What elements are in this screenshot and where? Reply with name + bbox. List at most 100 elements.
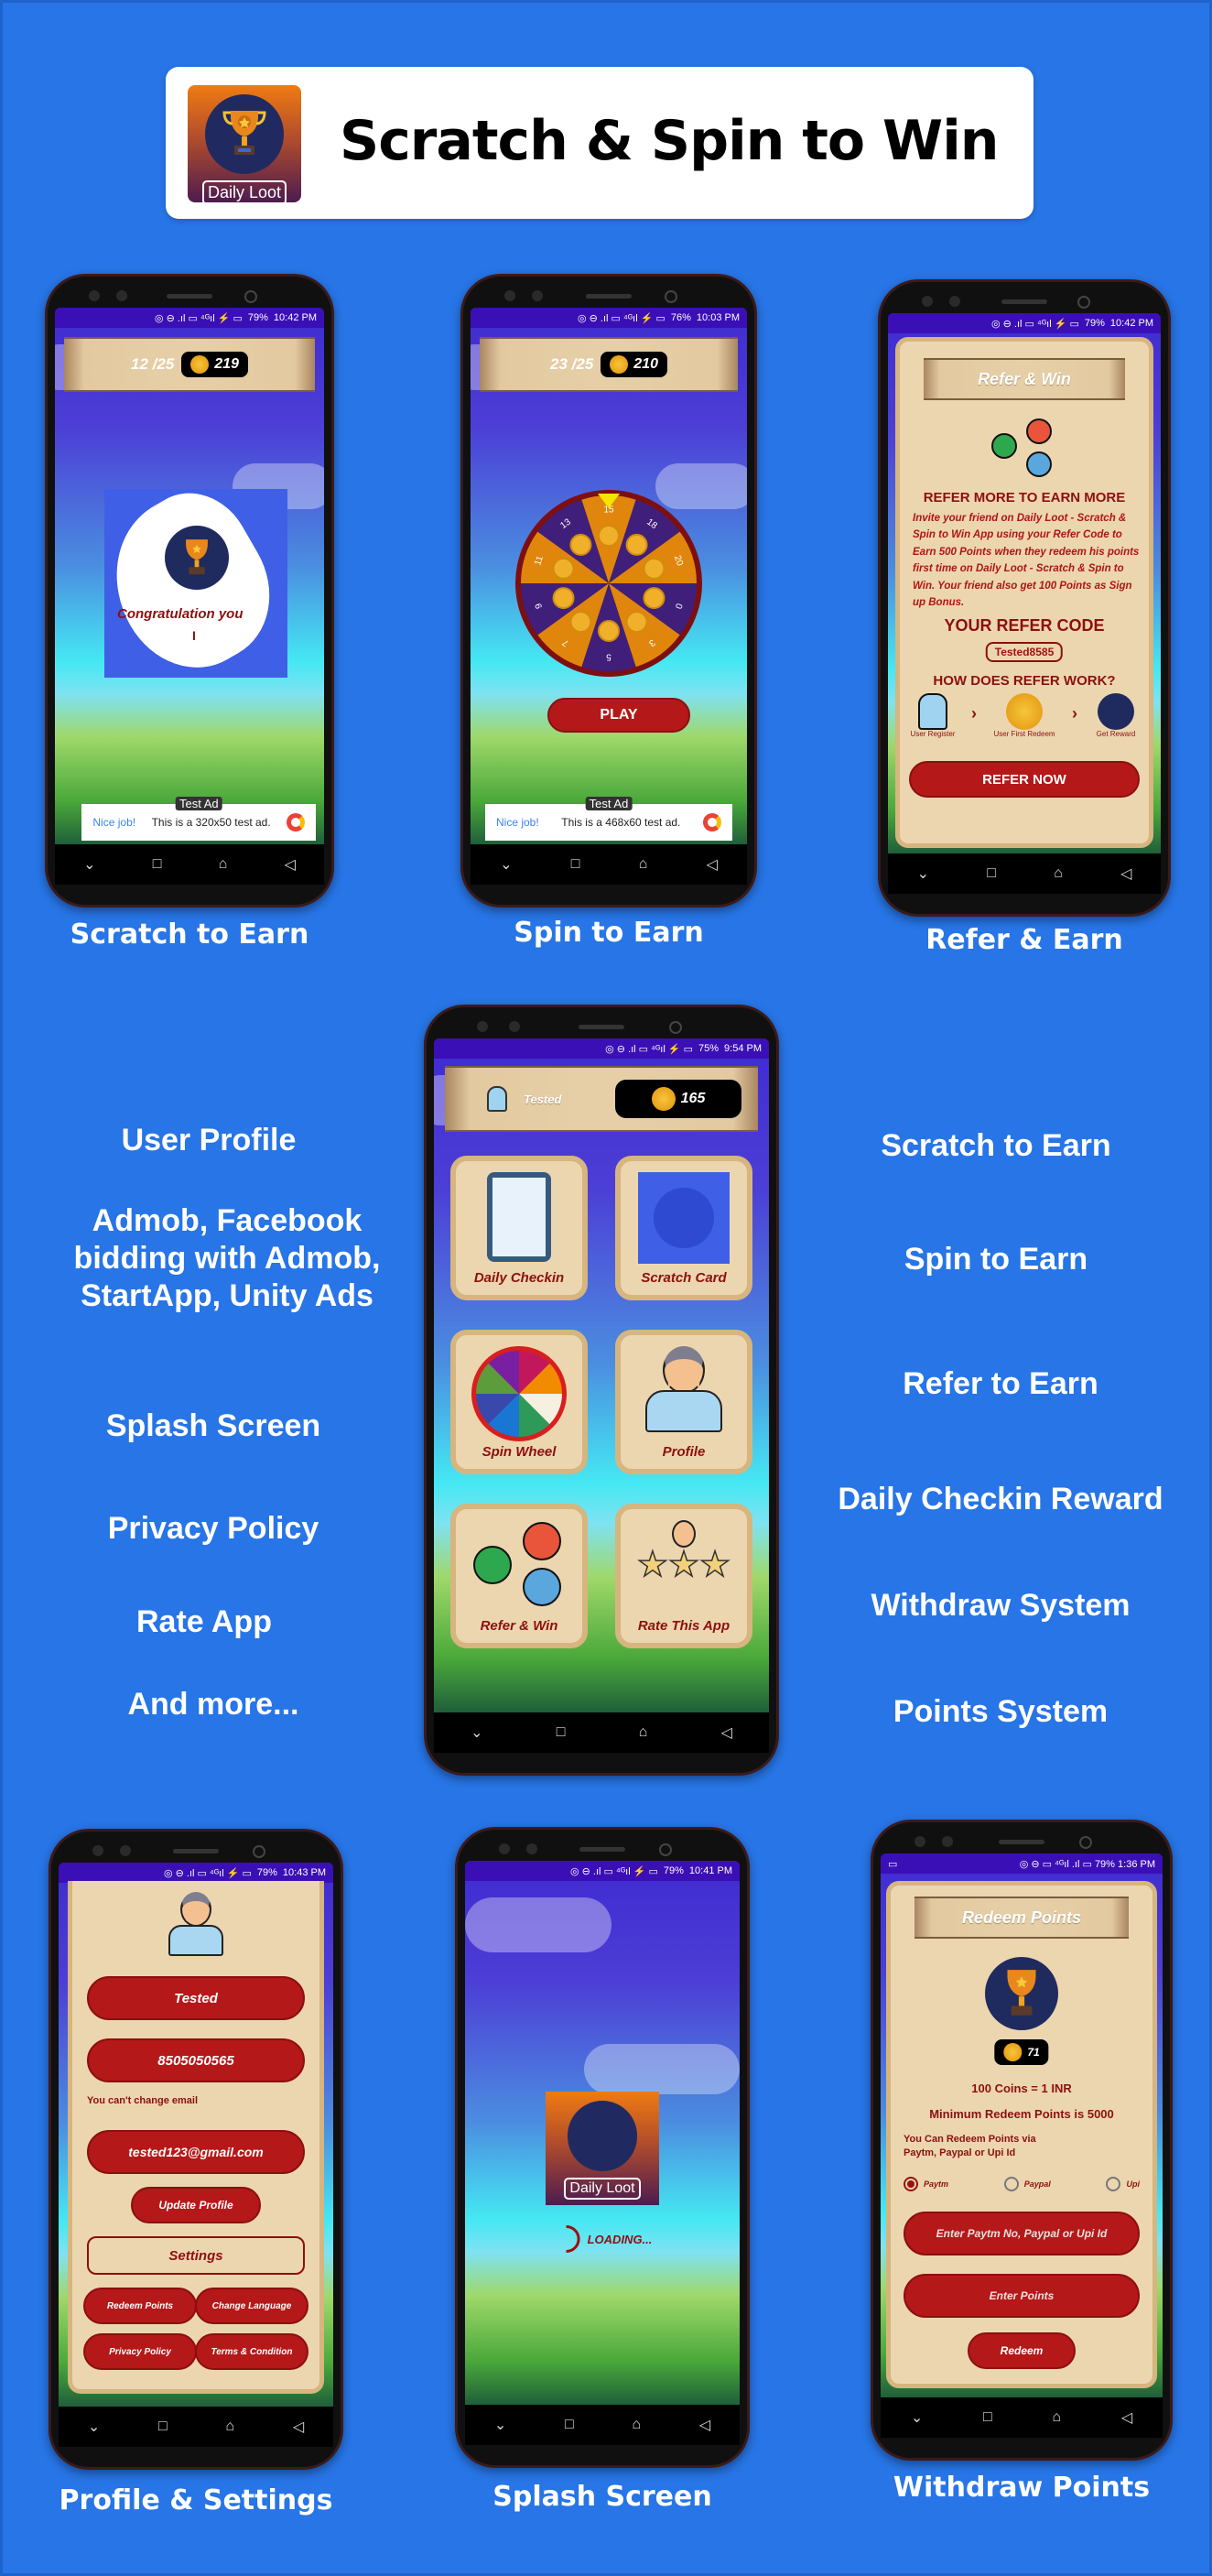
play-button[interactable]: PLAY xyxy=(547,698,690,733)
feature-item: Refer to Earn xyxy=(903,1366,1098,1401)
caption-profile: Profile & Settings xyxy=(59,2484,333,2516)
back-icon[interactable]: ◁ xyxy=(707,855,718,874)
trophy-icon xyxy=(567,2100,638,2171)
caption-spin: Spin to Earn xyxy=(514,917,704,949)
profile-avatar[interactable] xyxy=(168,1892,223,1958)
coin-icon xyxy=(643,557,666,580)
points-input[interactable]: Enter Points xyxy=(904,2274,1140,2318)
adsense-icon xyxy=(702,813,721,831)
update-profile-button[interactable]: Update Profile xyxy=(131,2187,261,2223)
change-language-button[interactable]: Change Language xyxy=(195,2288,308,2324)
tile-daily-checkin[interactable]: Daily Checkin xyxy=(450,1156,588,1300)
promo-page: Daily Loot Scratch & Spin to Win ◎ ⊖ .ıl… xyxy=(0,0,1212,2576)
radio-paytm[interactable]: Paytm xyxy=(904,2177,948,2191)
nav-bar: ⌄ □ ⌂ ◁ xyxy=(434,1712,769,1753)
coin-icon xyxy=(190,355,210,374)
feature-item: Admob, Facebook bidding with Admob, Star… xyxy=(73,1203,381,1313)
header-scroll: Tested 165 xyxy=(445,1066,758,1132)
splash-logo: Daily Loot xyxy=(546,2092,659,2205)
settings-header: Settings xyxy=(87,2236,305,2275)
status-bar: ◎ ⊖ .ıl ▭ ⁴ᴳıl ⚡ ▭ 76% 10:03 PM xyxy=(471,308,747,328)
back-icon[interactable]: ◁ xyxy=(699,2416,710,2434)
home-icon[interactable]: ⌂ xyxy=(1052,2409,1061,2426)
email-note: You can't change email xyxy=(87,2095,198,2106)
tile-profile[interactable]: Profile xyxy=(615,1330,752,1474)
home-icon[interactable]: ⌂ xyxy=(219,856,228,873)
spinner-icon xyxy=(546,2219,586,2259)
header-scroll: 12 /25 219 xyxy=(64,337,315,392)
caption-refer: Refer & Earn xyxy=(925,924,1123,956)
title-scroll: Redeem Points xyxy=(914,1897,1129,1939)
name-field[interactable]: Tested xyxy=(87,1976,305,2020)
recents-icon[interactable]: □ xyxy=(158,2418,168,2435)
recents-icon[interactable]: □ xyxy=(983,2409,992,2426)
chevron-down-icon[interactable]: ⌄ xyxy=(494,2416,506,2434)
scratch-card[interactable]: Congratulation you I xyxy=(104,489,287,678)
redeem-card: Redeem Points 71 100 Coins = 1 INR Minim… xyxy=(886,1881,1157,2388)
feature-item: Points System xyxy=(893,1694,1109,1729)
coin-icon xyxy=(651,1087,676,1111)
payment-id-input[interactable]: Enter Paytm No, Paypal or Upi Id xyxy=(904,2212,1140,2255)
terms-button[interactable]: Terms & Condition xyxy=(195,2333,308,2370)
home-icon[interactable]: ⌂ xyxy=(639,856,648,873)
back-icon[interactable]: ◁ xyxy=(285,855,296,874)
recents-icon[interactable]: □ xyxy=(571,856,580,873)
spin-wheel[interactable]: 151820035791113 xyxy=(513,487,705,679)
back-icon[interactable]: ◁ xyxy=(721,1723,732,1742)
coin-balance: 71 xyxy=(994,2039,1049,2065)
back-icon[interactable]: ◁ xyxy=(293,2418,304,2436)
coin-icon xyxy=(610,355,629,374)
back-icon[interactable]: ◁ xyxy=(1120,864,1131,883)
recents-icon[interactable]: □ xyxy=(565,2417,574,2433)
chevron-down-icon[interactable]: ⌄ xyxy=(500,855,512,874)
coin-icon xyxy=(598,620,620,642)
tile-scratch-card[interactable]: Scratch Card xyxy=(615,1156,752,1300)
nav-bar: ⌄ □ ⌂ ◁ xyxy=(888,853,1161,894)
chevron-down-icon[interactable]: ⌄ xyxy=(471,1723,482,1742)
logo-label: Daily Loot xyxy=(201,180,287,202)
tile-rate-app[interactable]: ★★★ Rate This App xyxy=(615,1504,752,1648)
chevron-down-icon[interactable]: ⌄ xyxy=(911,2408,923,2427)
radio-selected-icon xyxy=(904,2177,918,2191)
profile-icon xyxy=(645,1346,722,1441)
avatar[interactable] xyxy=(487,1086,507,1112)
home-icon[interactable]: ⌂ xyxy=(632,2417,641,2433)
refer-now-button[interactable]: REFER NOW xyxy=(909,761,1140,798)
privacy-policy-button[interactable]: Privacy Policy xyxy=(83,2333,197,2370)
status-bar: ◎ ⊖ .ıl ▭ ⁴ᴳıl ⚡ ▭ 79% 10:43 PM xyxy=(59,1863,333,1883)
referral-network-icon xyxy=(991,418,1057,479)
adsense-icon xyxy=(287,813,306,831)
phone-redeem: ▭ ◎ ⊖ ▭ ⁴ᴳıl .ıl ▭ 79% 1:36 PM Redeem Poi… xyxy=(871,1820,1173,2461)
tile-spin-wheel[interactable]: Spin Wheel xyxy=(450,1330,588,1474)
tile-refer-win[interactable]: Refer & Win xyxy=(450,1504,588,1648)
refer-code[interactable]: Tested8585 xyxy=(985,642,1064,662)
chevron-down-icon[interactable]: ⌄ xyxy=(88,2418,100,2436)
coin-icon xyxy=(552,587,575,610)
radio-unselected-icon xyxy=(1106,2177,1121,2191)
recents-icon[interactable]: □ xyxy=(153,856,162,873)
coin-balance: 165 xyxy=(615,1080,741,1118)
ad-banner[interactable]: Test Ad Nice job! This is a 468x60 test … xyxy=(485,797,732,841)
coin-icon xyxy=(625,533,648,556)
phone-splash: ◎ ⊖ .ıl ▭ ⁴ᴳıl ⚡ ▭ 79% 10:41 PM Daily Loot… xyxy=(455,1827,750,2468)
home-icon[interactable]: ⌂ xyxy=(1054,865,1063,882)
refer-card: Refer & Win REFER MORE TO EARN MORE Invi… xyxy=(895,337,1153,848)
phone-field[interactable]: 8505050565 xyxy=(87,2038,305,2082)
radio-upi[interactable]: Upi xyxy=(1106,2177,1140,2191)
feature-item: Daily Checkin Reward xyxy=(838,1482,1163,1516)
rating-stars-icon: ★★★ xyxy=(633,1520,734,1608)
back-icon[interactable]: ◁ xyxy=(1121,2408,1132,2427)
recents-icon[interactable]: □ xyxy=(557,1724,566,1741)
home-icon[interactable]: ⌂ xyxy=(639,1724,648,1741)
phone-spin: ◎ ⊖ .ıl ▭ ⁴ᴳıl ⚡ ▭ 76% 10:03 PM 23 /25 210… xyxy=(460,274,757,908)
home-icon[interactable]: ⌂ xyxy=(225,2418,234,2435)
ad-banner[interactable]: Test Ad Nice job! This is a 320x50 test … xyxy=(81,797,317,841)
redeem-button[interactable]: Redeem xyxy=(968,2332,1076,2369)
radio-paypal[interactable]: Paypal xyxy=(1003,2177,1051,2191)
redeem-points-button[interactable]: Redeem Points xyxy=(83,2288,197,2324)
loading-indicator: LOADING... xyxy=(546,2219,652,2259)
chevron-down-icon[interactable]: ⌄ xyxy=(83,855,95,874)
spin-wheel-icon xyxy=(471,1346,567,1441)
chevron-down-icon[interactable]: ⌄ xyxy=(917,864,929,883)
recents-icon[interactable]: □ xyxy=(987,865,996,882)
